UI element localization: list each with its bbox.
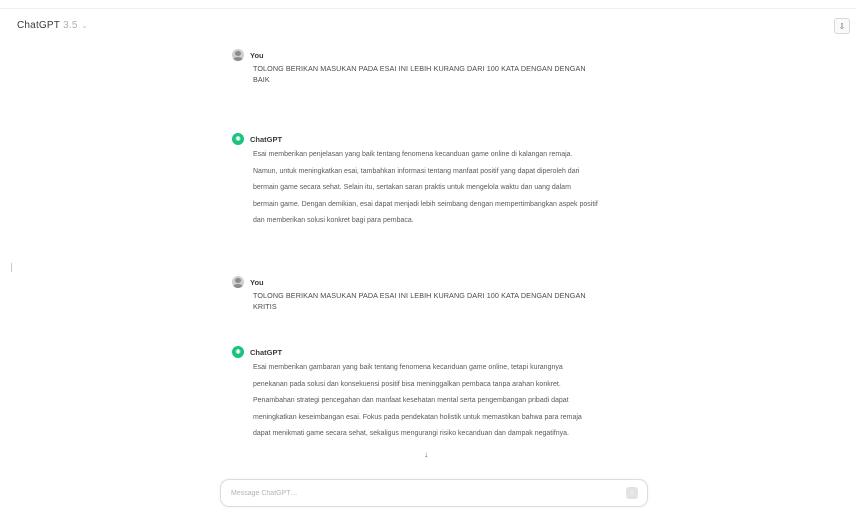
message-user: You TOLONG BERIKAN MASUKAN PADA ESAI INI…: [232, 275, 612, 312]
message-header: You: [232, 48, 612, 62]
send-button[interactable]: ↑: [626, 487, 638, 499]
header: ChatGPT 3.5 ⌄ ⇩: [0, 12, 856, 46]
user-avatar-icon: [232, 276, 244, 288]
sidebar-toggle-handle[interactable]: [11, 263, 12, 272]
user-avatar-icon: [232, 49, 244, 61]
arrow-down-icon: ↓: [424, 449, 428, 459]
message-author: ChatGPT: [250, 347, 283, 357]
chatgpt-logo-icon: ✺: [232, 346, 244, 358]
message-author: You: [250, 277, 264, 287]
message-text: Esai memberikan gambaran yang baik tenta…: [253, 364, 582, 437]
scroll-to-bottom-button[interactable]: ↓: [421, 449, 431, 459]
message-text: TOLONG BERIKAN MASUKAN PADA ESAI INI LEB…: [253, 64, 586, 84]
model-name: ChatGPT: [17, 20, 61, 31]
chat-app: ChatGPT 3.5 ⌄ ⇩ You TOLONG BERIKAN MASUK…: [0, 0, 856, 509]
top-divider: [0, 8, 856, 9]
download-icon: ⇩: [838, 21, 846, 31]
message-composer: ↑: [220, 479, 648, 507]
message-author: ChatGPT: [250, 134, 283, 144]
message-assistant: ✺ ChatGPT Esai memberikan gambaran yang …: [232, 345, 612, 443]
model-version: 3.5: [63, 20, 78, 31]
arrow-up-icon: ↑: [630, 489, 634, 497]
message-header: You: [232, 275, 612, 289]
message-text: Esai memberikan penjelasan yang baik ten…: [253, 151, 598, 224]
chevron-down-icon: ⌄: [81, 22, 88, 30]
message-user: You TOLONG BERIKAN MASUKAN PADA ESAI INI…: [232, 48, 612, 85]
message-text: TOLONG BERIKAN MASUKAN PADA ESAI INI LEB…: [253, 291, 586, 311]
message-input[interactable]: [231, 487, 601, 499]
message-header: ✺ ChatGPT: [232, 345, 612, 359]
share-button[interactable]: ⇩: [834, 18, 850, 34]
message-author: You: [250, 50, 264, 60]
message-assistant: ✺ ChatGPT Esai memberikan penjelasan yan…: [232, 132, 612, 230]
model-selector[interactable]: ChatGPT 3.5 ⌄: [17, 20, 88, 31]
message-header: ✺ ChatGPT: [232, 132, 612, 146]
chatgpt-logo-icon: ✺: [232, 133, 244, 145]
